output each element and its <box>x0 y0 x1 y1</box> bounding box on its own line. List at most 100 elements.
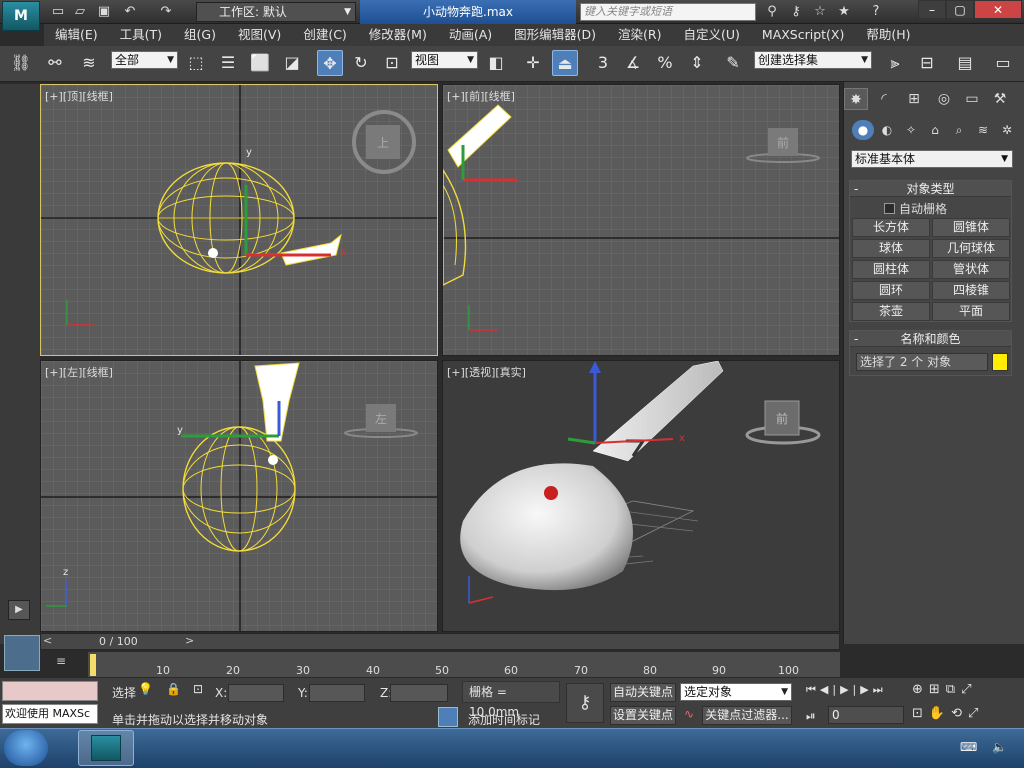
binoculars-icon[interactable]: ⚲ <box>762 3 782 21</box>
cameras-category-icon[interactable]: ⌂ <box>924 120 946 140</box>
viewport-front-label[interactable]: [+][前][线框] <box>447 88 515 104</box>
menu-graph-editors[interactable]: 图形编辑器(D) <box>503 24 607 46</box>
selection-filter-dropdown[interactable]: 全部 ▼ <box>111 51 178 69</box>
lights-category-icon[interactable]: ✧ <box>900 120 922 140</box>
select-scale-icon[interactable]: ⊡ <box>379 50 405 76</box>
utilities-tab-icon[interactable]: ⚒ <box>988 88 1012 110</box>
absolute-mode-icon[interactable]: ⊡ <box>193 682 203 696</box>
viewport-layout-icon[interactable] <box>4 635 40 671</box>
viewport-top-label[interactable]: [+][顶][线框] <box>45 88 113 104</box>
z-coord-input[interactable] <box>390 684 448 702</box>
snap-toggle-icon[interactable]: 3 <box>590 50 616 76</box>
pivot-center-icon[interactable]: ◧ <box>483 50 509 76</box>
track-bar[interactable]: 10 20 30 40 50 60 70 80 90 100 <box>88 652 840 677</box>
viewport-top[interactable]: [+][顶][线框] y x 上 <box>40 84 438 356</box>
plane-button[interactable]: 平面 <box>932 302 1010 321</box>
playback-controls[interactable]: ⏮◀|▶|▶⏭ <box>806 683 887 697</box>
redo-icon[interactable]: ↷ <box>156 3 176 21</box>
select-move-icon[interactable]: ✥ <box>317 50 343 76</box>
maxscript-listener-mini[interactable] <box>2 681 98 701</box>
spinner-snap-icon[interactable]: ⇕ <box>684 50 710 76</box>
viewport-nav-controls[interactable]: ⊕⊞⧉⤢ <box>912 682 977 697</box>
helpers-category-icon[interactable]: ⌕ <box>948 120 970 140</box>
lock-icon[interactable]: 🔒 <box>166 682 181 696</box>
menu-customize[interactable]: 自定义(U) <box>673 24 751 46</box>
welcome-field[interactable]: 欢迎使用 MAXSc <box>2 704 98 724</box>
motion-tab-icon[interactable]: ◎ <box>932 88 956 110</box>
search-input[interactable]: 键入关键字或短语 <box>580 3 756 21</box>
keyboard-tray-icon[interactable]: ⌨ <box>960 740 977 754</box>
viewcube-top[interactable]: 上 <box>377 136 389 150</box>
key-mode-dropdown[interactable]: 选定对象 ▼ <box>680 683 792 701</box>
viewport-left[interactable]: [+][左][线框] y z 左 <box>40 360 438 632</box>
menu-help[interactable]: 帮助(H) <box>855 24 921 46</box>
viewcube-persp[interactable]: 前 <box>776 411 788 426</box>
help-icon[interactable]: ? <box>866 3 886 21</box>
isolate-icon[interactable]: 💡 <box>138 682 153 696</box>
x-coord-input[interactable] <box>228 684 284 702</box>
star-icon[interactable]: ☆ <box>810 3 830 21</box>
spacewarps-category-icon[interactable]: ≋ <box>972 120 994 140</box>
box-button[interactable]: 长方体 <box>852 218 930 237</box>
menu-views[interactable]: 视图(V) <box>227 24 292 46</box>
auto-key-button[interactable]: 自动关键点 <box>610 683 676 702</box>
object-type-header[interactable]: - 对象类型 <box>850 181 1011 197</box>
mirror-icon[interactable]: ⫸ <box>882 50 908 76</box>
menu-edit[interactable]: 编辑(E) <box>44 24 109 46</box>
modify-tab-icon[interactable]: ◜ <box>872 88 896 110</box>
shapes-category-icon[interactable]: ◐ <box>876 120 898 140</box>
workspace-selector[interactable]: 工作区: 默认 ▼ <box>196 2 356 22</box>
cylinder-button[interactable]: 圆柱体 <box>852 260 930 279</box>
teapot-button[interactable]: 茶壶 <box>852 302 930 321</box>
key-icon[interactable]: ⚷ <box>786 3 806 21</box>
y-coord-input[interactable] <box>309 684 365 702</box>
menu-rendering[interactable]: 渲染(R) <box>607 24 672 46</box>
windows-start-icon[interactable] <box>4 730 48 766</box>
current-frame-input[interactable]: 0 <box>828 706 904 724</box>
bind-space-warp-icon[interactable]: ≋ <box>76 50 102 76</box>
key-mode-toggle-icon[interactable]: ⏯ <box>806 709 816 724</box>
object-name-field[interactable]: 选择了 2 个 对象 <box>856 353 988 371</box>
pyramid-button[interactable]: 四棱锥 <box>932 281 1010 300</box>
select-rotate-icon[interactable]: ↻ <box>348 50 374 76</box>
save-file-icon[interactable]: ▣ <box>94 3 114 21</box>
layer-manager-icon[interactable]: ▤ <box>952 50 978 76</box>
viewport-left-label[interactable]: [+][左][线框] <box>45 364 113 380</box>
link-icon[interactable]: ⛓ <box>8 50 34 76</box>
category-dropdown[interactable]: 标准基本体 ▼ <box>851 150 1013 168</box>
auto-grid-checkbox[interactable]: 自动栅格 <box>884 200 947 217</box>
select-by-name-icon[interactable]: ☰ <box>215 50 241 76</box>
hierarchy-tab-icon[interactable]: ⊞ <box>902 88 926 110</box>
time-slider[interactable]: < 0 / 100 > <box>40 633 840 650</box>
rect-select-region-icon[interactable]: ⬜ <box>247 50 273 76</box>
create-tab-icon[interactable]: ✸ <box>844 88 868 110</box>
chevron-left-icon[interactable]: < <box>43 634 52 647</box>
minimize-button[interactable]: – <box>918 0 946 19</box>
select-object-icon[interactable]: ⬚ <box>183 50 209 76</box>
undo-icon[interactable]: ↶ <box>120 3 140 21</box>
edit-named-selection-icon[interactable]: ✎ <box>720 50 746 76</box>
key-filters-button[interactable]: 关键点过滤器... <box>702 706 792 725</box>
taskbar-max-app[interactable] <box>78 730 134 766</box>
viewport-persp-label[interactable]: [+][透视][真实] <box>447 364 526 380</box>
chevron-right-icon[interactable]: > <box>185 634 194 647</box>
object-color-swatch[interactable] <box>992 353 1008 371</box>
close-button[interactable]: ✕ <box>974 0 1022 19</box>
time-tag-icon[interactable] <box>438 707 458 727</box>
viewport-perspective[interactable]: [+][透视][真实] x 前 <box>442 360 840 632</box>
sphere-button[interactable]: 球体 <box>852 239 930 258</box>
new-file-icon[interactable]: ▭ <box>48 3 68 21</box>
keyboard-shortcut-override-icon[interactable]: ⏏ <box>552 50 578 76</box>
menu-animation[interactable]: 动画(A) <box>438 24 503 46</box>
max-logo-icon[interactable]: M <box>2 1 40 31</box>
reference-coord-dropdown[interactable]: 视图 ▼ <box>411 51 478 69</box>
viewport-nav-controls-2[interactable]: ⊡✋⟲⤢ <box>912 706 984 721</box>
play-icon[interactable]: ▶ <box>8 600 30 620</box>
viewcube-front[interactable]: 前 <box>777 135 789 150</box>
viewport-front[interactable]: [+][前][线框] 前 <box>442 84 840 356</box>
named-selection-dropdown[interactable]: 创建选择集 ▼ <box>754 51 872 69</box>
geometry-category-icon[interactable]: ● <box>852 120 874 140</box>
maximize-button[interactable]: ▢ <box>946 0 974 19</box>
volume-tray-icon[interactable]: 🔈 <box>992 740 1007 754</box>
percent-snap-icon[interactable]: % <box>652 50 678 76</box>
